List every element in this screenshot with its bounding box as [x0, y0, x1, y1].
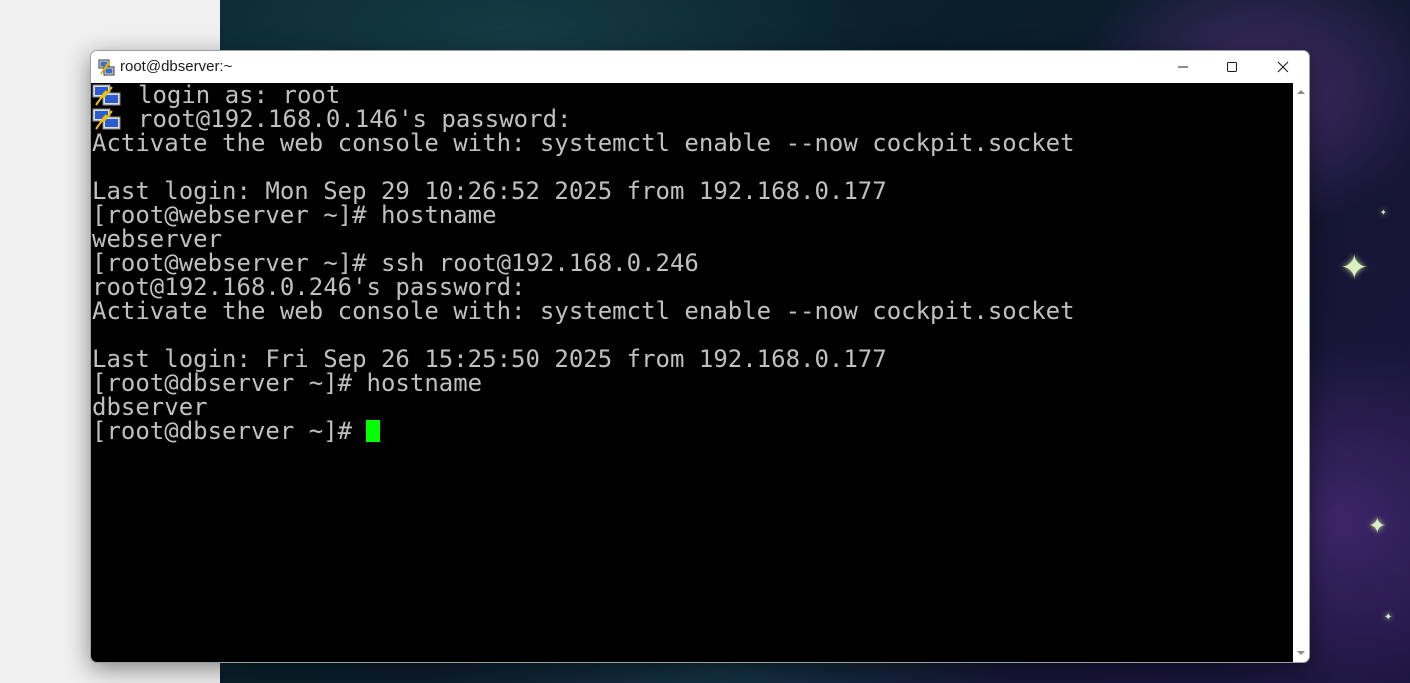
terminal-line: webserver — [92, 227, 1075, 251]
terminal-screen[interactable]: login as: root root@192.168.0.146's passw… — [91, 83, 1293, 662]
star-decoration: ✦ — [1368, 514, 1387, 539]
terminal-line: Last login: Fri Sep 26 15:25:50 2025 fro… — [92, 347, 1075, 371]
putty-icon — [92, 84, 121, 106]
terminal-line-text: dbserver — [92, 393, 208, 421]
terminal-line-text: Activate the web console with: systemctl… — [92, 297, 1075, 325]
terminal-line-text: [root@webserver ~]# hostname — [92, 201, 497, 229]
terminal-line-text: Activate the web console with: systemctl… — [92, 129, 1075, 157]
star-decoration: ✦ — [1384, 612, 1393, 623]
title-bar[interactable]: root@dbserver:~ — [91, 51, 1309, 83]
terminal-line-text: login as: root — [138, 81, 341, 109]
terminal-line-text: Last login: Fri Sep 26 15:25:50 2025 fro… — [92, 345, 887, 373]
vertical-scrollbar[interactable] — [1293, 83, 1309, 662]
terminal-prompt-line[interactable]: [root@dbserver ~]# — [92, 419, 1075, 443]
maximize-button[interactable] — [1206, 51, 1258, 83]
terminal-line-text: Last login: Mon Sep 29 10:26:52 2025 fro… — [92, 177, 887, 205]
putty-window[interactable]: root@dbserver:~ login as: root root@192.1… — [90, 50, 1310, 663]
terminal-line: dbserver — [92, 395, 1075, 419]
terminal-output: login as: root root@192.168.0.146's passw… — [92, 83, 1075, 443]
terminal-line-text: [root@dbserver ~]# hostname — [92, 369, 483, 397]
terminal-line-text: [root@webserver ~]# ssh root@192.168.0.2… — [92, 249, 699, 277]
star-decoration: ✦ — [1380, 208, 1387, 217]
terminal-line-text: root@192.168.0.146's password: — [138, 105, 572, 133]
window-title: root@dbserver:~ — [120, 58, 233, 75]
close-button[interactable] — [1257, 51, 1309, 83]
terminal-cursor — [366, 420, 381, 442]
terminal-line: [root@dbserver ~]# hostname — [92, 371, 1075, 395]
terminal-line-text: root@192.168.0.246's password: — [92, 273, 526, 301]
terminal-line: Last login: Mon Sep 29 10:26:52 2025 fro… — [92, 179, 1075, 203]
maximize-icon — [1227, 62, 1237, 72]
star-decoration: ✦ — [1340, 248, 1369, 288]
close-icon — [1277, 61, 1289, 73]
terminal-line-text: webserver — [92, 225, 223, 253]
terminal-line: Activate the web console with: systemctl… — [92, 299, 1075, 323]
terminal-line: [root@webserver ~]# hostname — [92, 203, 1075, 227]
terminal-line: login as: root — [92, 83, 1075, 107]
putty-icon — [98, 59, 115, 76]
terminal-line: Activate the web console with: systemctl… — [92, 131, 1075, 155]
putty-icon — [92, 108, 121, 130]
scroll-down-icon[interactable] — [1296, 648, 1306, 658]
terminal-line: [root@webserver ~]# ssh root@192.168.0.2… — [92, 251, 1075, 275]
terminal-line: root@192.168.0.146's password: — [92, 107, 1075, 131]
terminal-prompt: [root@dbserver ~]# — [92, 417, 353, 445]
minimize-icon — [1178, 66, 1188, 68]
minimize-button[interactable] — [1157, 51, 1209, 83]
terminal-line: root@192.168.0.246's password: — [92, 275, 1075, 299]
scroll-up-icon[interactable] — [1296, 87, 1306, 97]
